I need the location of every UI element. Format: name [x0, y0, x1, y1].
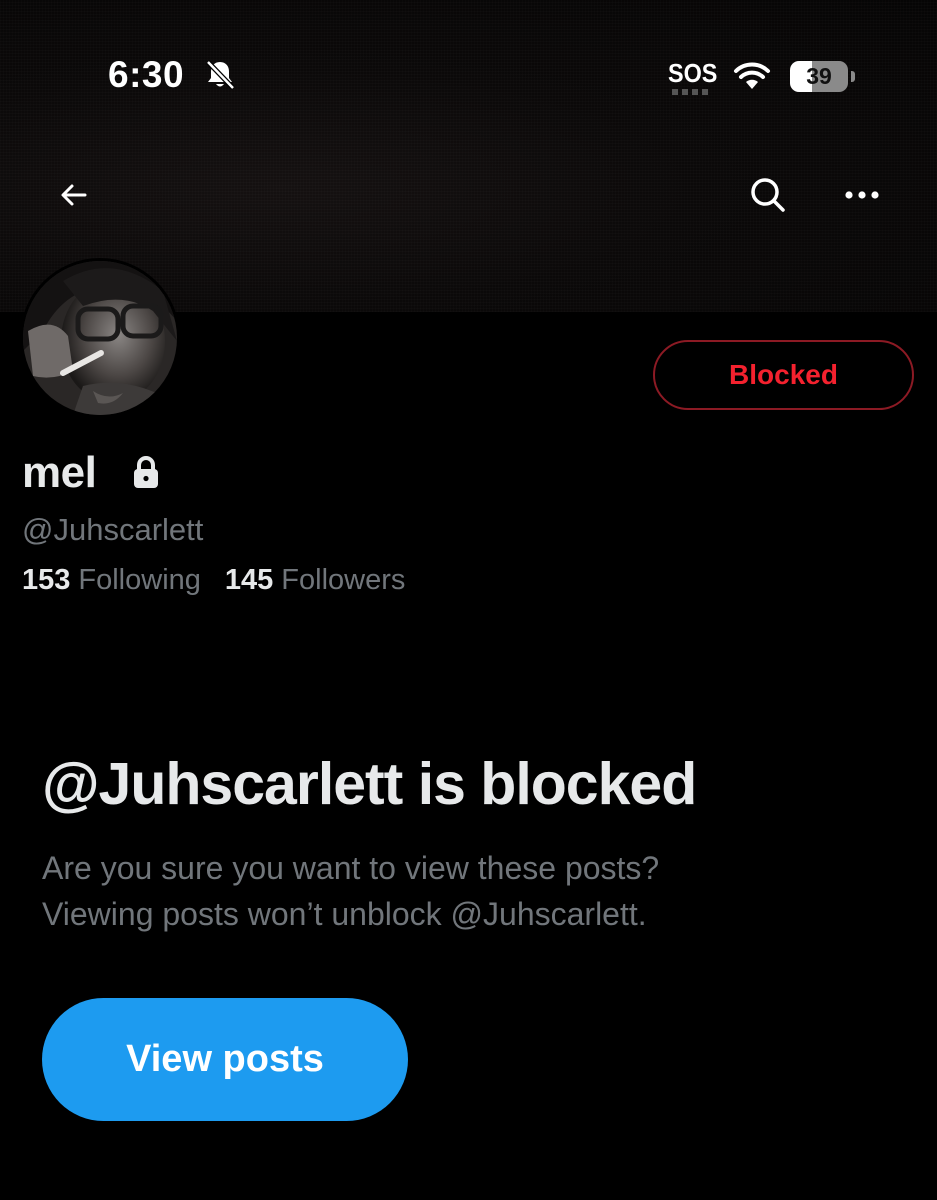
following-count: 153	[22, 564, 71, 596]
followers-link[interactable]: 145 Followers	[225, 564, 405, 597]
blocked-notice-line-1: Are you sure you want to view these post…	[42, 850, 660, 886]
search-button[interactable]	[738, 165, 798, 225]
profile-banner	[0, 0, 937, 312]
following-label: Following	[78, 564, 201, 596]
followers-count: 145	[224, 564, 274, 596]
battery-cap	[851, 71, 855, 82]
followers-label: Followers	[281, 564, 406, 596]
blocked-notice-line-2: Viewing posts won’t unblock @Juhscarlett…	[42, 896, 647, 932]
status-time: 6:30	[108, 54, 185, 95]
following-link[interactable]: 153 Following	[22, 564, 201, 597]
arrow-left-icon	[61, 184, 87, 206]
battery-indicator: 39	[790, 61, 848, 92]
more-options-button[interactable]	[832, 165, 892, 225]
bell-slash-icon	[206, 60, 235, 90]
back-button[interactable]	[44, 165, 104, 225]
blocked-button[interactable]: Blocked	[653, 340, 914, 410]
search-icon	[751, 178, 785, 212]
more-horizontal-icon	[845, 191, 879, 199]
avatar[interactable]	[20, 258, 180, 418]
signal-dots	[672, 89, 708, 95]
view-posts-button[interactable]: View posts	[42, 998, 408, 1121]
avatar-image	[23, 261, 177, 415]
blocked-notice-title: @Juhscarlett is blocked	[42, 751, 697, 817]
profile-handle: @Juhscarlett	[22, 512, 204, 547]
blocked-notice-description: Are you sure you want to view these post…	[42, 845, 902, 937]
lock-icon	[134, 456, 158, 488]
sos-indicator: SOS	[668, 58, 718, 88]
display-name: mel	[22, 448, 97, 497]
wifi-icon	[734, 62, 770, 89]
profile-stats: 153 Following 145 Followers	[22, 564, 405, 597]
